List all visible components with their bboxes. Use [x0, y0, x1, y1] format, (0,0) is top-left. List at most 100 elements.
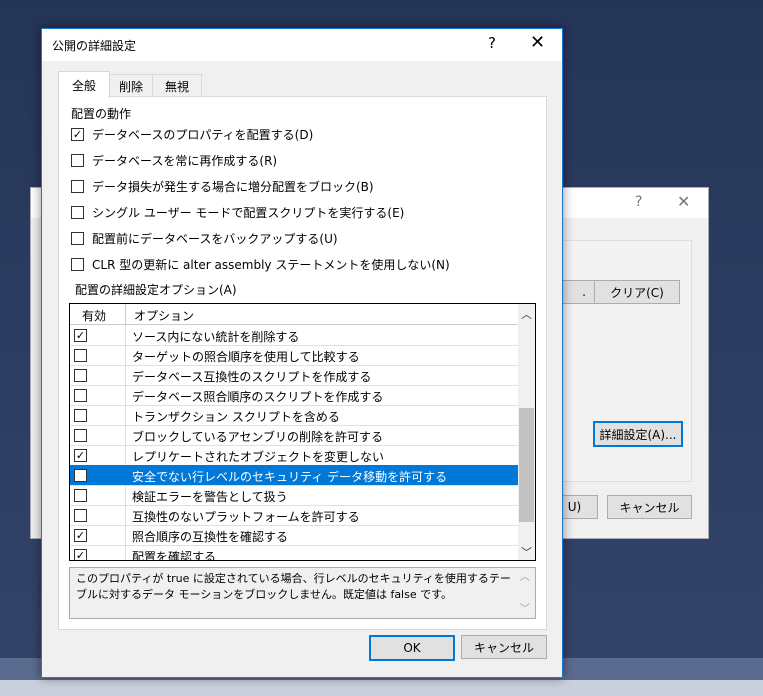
row-checkbox-cell [70, 385, 126, 405]
row-checkbox[interactable] [74, 429, 87, 442]
row-checkbox-cell: ✓ [70, 545, 126, 560]
background-cancel-button-label: キャンセル [619, 500, 680, 515]
clear-button[interactable]: クリア(C) [594, 280, 680, 304]
table-row[interactable]: ✓ レプリケートされたオブジェクトを変更しない [70, 445, 518, 466]
table-row[interactable]: トランザクション スクリプトを含める [70, 405, 518, 426]
row-label: 配置を確認する [132, 550, 217, 561]
tab-drop-label: 削除 [118, 79, 143, 94]
table-row[interactable]: 互換性のないプラットフォームを許可する [70, 505, 518, 526]
grid-header: 有効 オプション [70, 304, 518, 325]
checkbox-box[interactable] [71, 179, 84, 193]
checkbox-label: 配置前にデータベースをバックアップする(U) [92, 231, 338, 246]
row-checkbox-cell [70, 465, 126, 485]
table-row[interactable]: 検証エラーを警告として扱う [70, 485, 518, 506]
table-row[interactable]: データベース互換性のスクリプトを作成する [70, 365, 518, 386]
taskbar-edge [0, 680, 763, 696]
row-checkbox[interactable]: ✓ [74, 529, 87, 542]
tab-ignore[interactable]: 無視 [152, 74, 202, 97]
checkbox-box[interactable]: ✓ [71, 127, 84, 141]
checkbox-block-on-data-loss[interactable]: データ損失が発生する場合に増分配置をブロック(B) [71, 177, 374, 195]
row-checkbox[interactable] [74, 369, 87, 382]
row-checkbox-cell: ✓ [70, 325, 126, 345]
tab-general[interactable]: 全般 [58, 71, 110, 98]
row-checkbox-cell [70, 425, 126, 445]
chevron-up-icon[interactable]: ︿ [521, 306, 532, 322]
row-checkbox[interactable] [74, 489, 87, 502]
row-checkbox[interactable] [74, 389, 87, 402]
checkbox-always-recreate-db[interactable]: データベースを常に再作成する(R) [71, 151, 277, 169]
background-close-icon[interactable]: ✕ [677, 192, 690, 211]
cancel-button[interactable]: キャンセル [461, 635, 547, 659]
tab-drop[interactable]: 削除 [108, 74, 154, 97]
table-row[interactable]: ✓ ソース内にない統計を削除する [70, 325, 518, 346]
checkbox-box[interactable] [71, 205, 84, 219]
checkbox-box[interactable] [71, 257, 84, 271]
row-checkbox[interactable]: ✓ [74, 329, 87, 342]
advanced-settings-button-label: 詳細設定(A)... [599, 427, 677, 442]
row-checkbox-cell: ✓ [70, 525, 126, 545]
row-checkbox-cell [70, 485, 126, 505]
checkbox-no-alter-assembly[interactable]: CLR 型の更新に alter assembly ステートメントを使用しない(N… [71, 255, 450, 273]
cancel-button-label: キャンセル [473, 640, 534, 655]
column-header-option[interactable]: オプション [134, 307, 194, 324]
checkbox-label: シングル ユーザー モードで配置スクリプトを実行する(E) [92, 205, 405, 220]
row-label: データベース互換性のスクリプトを作成する [132, 370, 372, 384]
row-label: 互換性のないプラットフォームを許可する [132, 510, 360, 524]
dialog-titlebar: 公開の詳細設定 ? ✕ [42, 29, 562, 61]
checkbox-box[interactable] [71, 153, 84, 167]
column-header-enabled[interactable]: 有効 [82, 307, 106, 324]
checkbox-label: CLR 型の更新に alter assembly ステートメントを使用しない(N… [92, 257, 450, 272]
table-row-selected[interactable]: 安全でない行レベルのセキュリティ データ移動を許可する [70, 465, 518, 486]
table-row[interactable]: ✓ 配置を確認する [70, 545, 518, 561]
row-label: データベース照合順序のスクリプトを作成する [132, 390, 384, 404]
table-row[interactable]: ブロックしているアセンブリの削除を許可する [70, 425, 518, 446]
description-box: このプロパティが true に設定されている場合、行レベルのセキュリティを使用す… [69, 567, 536, 619]
row-checkbox[interactable] [74, 469, 87, 482]
row-checkbox[interactable] [74, 509, 87, 522]
advanced-options-grid: 有効 オプション ✓ ソース内にない統計を削除する ターゲットの照合順序を使用し… [69, 303, 536, 561]
general-tab-panel: 配置の動作 ✓ データベースのプロパティを配置する(D) データベースを常に再作… [58, 96, 547, 630]
close-icon[interactable]: ✕ [530, 32, 545, 53]
advanced-publish-settings-dialog: 公開の詳細設定 ? ✕ 全般 削除 無視 配置の動作 ✓ データベースのプロパテ… [41, 28, 563, 678]
dialog-title: 公開の詳細設定 [52, 39, 137, 53]
row-checkbox-cell [70, 345, 126, 365]
row-checkbox-cell [70, 405, 126, 425]
row-checkbox-cell [70, 505, 126, 525]
background-u-button-label: U) [567, 500, 582, 514]
background-help-icon[interactable]: ? [635, 194, 642, 210]
checkbox-label: データベースのプロパティを配置する(D) [92, 127, 314, 142]
table-row[interactable]: ターゲットの照合順序を使用して比較する [70, 345, 518, 366]
row-checkbox[interactable]: ✓ [74, 549, 87, 560]
row-checkbox-cell [70, 365, 126, 385]
help-icon[interactable]: ? [488, 34, 496, 52]
row-checkbox[interactable] [74, 409, 87, 422]
ok-button-label: OK [403, 641, 421, 655]
column-separator [125, 304, 126, 324]
chevron-up-icon[interactable]: ︿ [520, 570, 530, 586]
row-checkbox[interactable]: ✓ [74, 449, 87, 462]
advanced-options-label: 配置の詳細設定オプション(A) [75, 283, 237, 297]
description-text: このプロパティが true に設定されている場合、行レベルのセキュリティを使用す… [76, 572, 511, 601]
row-checkbox[interactable] [74, 349, 87, 362]
tab-ignore-label: 無視 [164, 79, 189, 94]
checkbox-single-user-mode[interactable]: シングル ユーザー モードで配置スクリプトを実行する(E) [71, 203, 404, 221]
table-row[interactable]: データベース照合順序のスクリプトを作成する [70, 385, 518, 406]
scrollbar-thumb[interactable] [519, 408, 534, 522]
row-label: ブロックしているアセンブリの削除を許可する [132, 430, 384, 444]
row-label: 安全でない行レベルのセキュリティ データ移動を許可する [132, 470, 448, 484]
row-label: ソース内にない統計を削除する [132, 330, 300, 344]
chevron-down-icon[interactable]: ﹀ [520, 602, 530, 618]
row-checkbox-cell: ✓ [70, 445, 126, 465]
ok-button[interactable]: OK [369, 635, 455, 661]
checkbox-box[interactable] [71, 231, 84, 245]
chevron-down-icon[interactable]: ﹀ [521, 544, 532, 560]
row-label: 照合順序の互換性を確認する [132, 530, 289, 544]
checkbox-deploy-db-properties[interactable]: ✓ データベースのプロパティを配置する(D) [71, 125, 313, 143]
checkbox-backup-before-deploy[interactable]: 配置前にデータベースをバックアップする(U) [71, 229, 338, 247]
grid-scrollbar[interactable]: ︿ ﹀ [518, 304, 535, 560]
background-cancel-button[interactable]: キャンセル [607, 495, 692, 519]
table-row[interactable]: ✓ 照合順序の互換性を確認する [70, 525, 518, 546]
advanced-settings-button[interactable]: 詳細設定(A)... [593, 421, 683, 447]
checkbox-label: データベースを常に再作成する(R) [92, 153, 278, 168]
tab-general-label: 全般 [71, 78, 96, 93]
